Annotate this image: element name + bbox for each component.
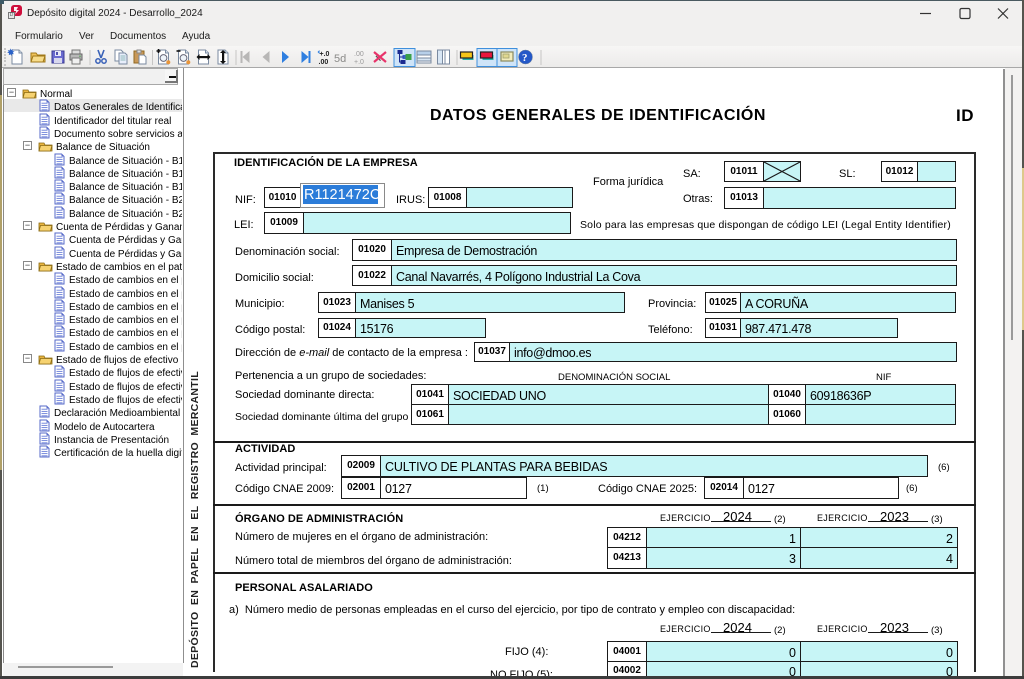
- svg-text:+.0: +.0: [320, 51, 330, 58]
- svg-text:5d: 5d: [334, 53, 346, 65]
- svg-text:?: ?: [522, 52, 528, 64]
- svg-text:.00: .00: [354, 51, 364, 58]
- svg-text:.00: .00: [319, 59, 329, 66]
- svg-text:+.0: +.0: [354, 59, 364, 66]
